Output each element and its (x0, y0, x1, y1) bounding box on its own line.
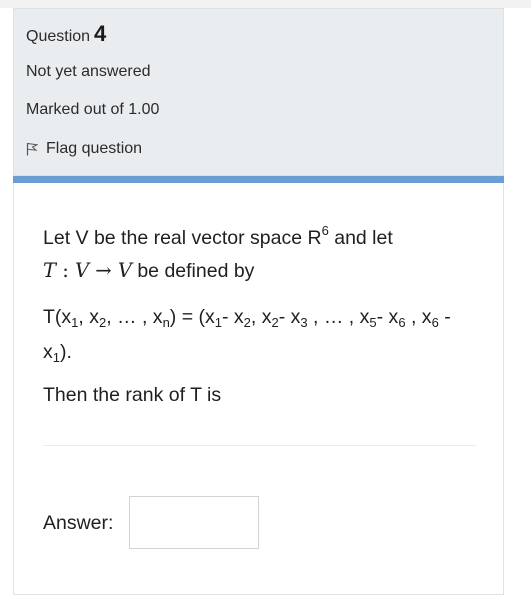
map-sub: n (162, 315, 170, 330)
math-T: T (43, 259, 57, 282)
map-x: x (43, 341, 53, 363)
map-sub: 5 (369, 315, 377, 330)
math-colon: : (56, 259, 75, 282)
question-state: Not yet answered (26, 63, 151, 80)
flag-question-link[interactable]: Flag question (26, 140, 142, 158)
question-content: Let V be the real vector space R6 and le… (13, 183, 504, 595)
map-comma: , x (250, 306, 272, 328)
map-minus: - x (278, 306, 301, 328)
question-map-line: T : V → V be defined by (43, 259, 254, 283)
map-t-open: T(x (43, 306, 72, 328)
accent-bar (13, 176, 504, 183)
math-arrow: → (89, 259, 118, 282)
map-ellipsis: , … , x (307, 306, 370, 328)
map-minus: - (438, 306, 451, 328)
map-minus: - x (376, 306, 399, 328)
question-label: Question (26, 28, 91, 45)
map-sub: 2 (243, 315, 251, 330)
question-intro-line: Let V be the real vector space R6 and le… (43, 224, 393, 250)
answer-label: Answer: (43, 512, 114, 534)
intro-suffix: and let (328, 227, 393, 249)
question-grade: Marked out of 1.00 (26, 101, 160, 118)
map-sub: 6 (431, 315, 439, 330)
intro-prefix: Let V be the real vector space R (43, 227, 322, 249)
math-V-domain: V (74, 259, 90, 282)
mapping-line-1: T(x1, x2, … , xn) = (x1- x2, x2- x3 , … … (43, 306, 451, 329)
question-number: 4 (94, 21, 107, 46)
divider (43, 445, 476, 446)
quiz-page: Question 4 Not yet answered Marked out of… (0, 0, 531, 599)
math-V-codomain: V (117, 259, 132, 282)
intro-superscript: 6 (321, 223, 329, 238)
flag-question-label: Flag question (46, 140, 143, 157)
mapping-line-2: x1). (43, 341, 72, 364)
map-sub: 2 (271, 315, 279, 330)
question-prompt: Then the rank of T is (43, 384, 222, 406)
question-title: Question 4 (26, 21, 106, 47)
math-expression: T : V → V (43, 259, 132, 282)
answer-input[interactable] (129, 496, 259, 549)
defined-by-text: be defined by (131, 260, 255, 282)
map-sep: , x (78, 306, 99, 328)
flag-icon (26, 142, 38, 156)
map-comma: , x (405, 306, 432, 328)
map-sub: 6 (398, 315, 406, 330)
map-sub: 1 (52, 350, 60, 365)
map-ellipsis: , … , x (106, 306, 163, 328)
map-minus: - x (222, 306, 244, 328)
map-equals: ) = (x (169, 306, 215, 328)
question-info-panel: Question 4 Not yet answered Marked out of… (13, 8, 504, 176)
map-sub: 3 (300, 315, 308, 330)
top-edge (0, 0, 531, 8)
map-sub: 1 (214, 315, 222, 330)
map-end: ). (59, 341, 72, 363)
